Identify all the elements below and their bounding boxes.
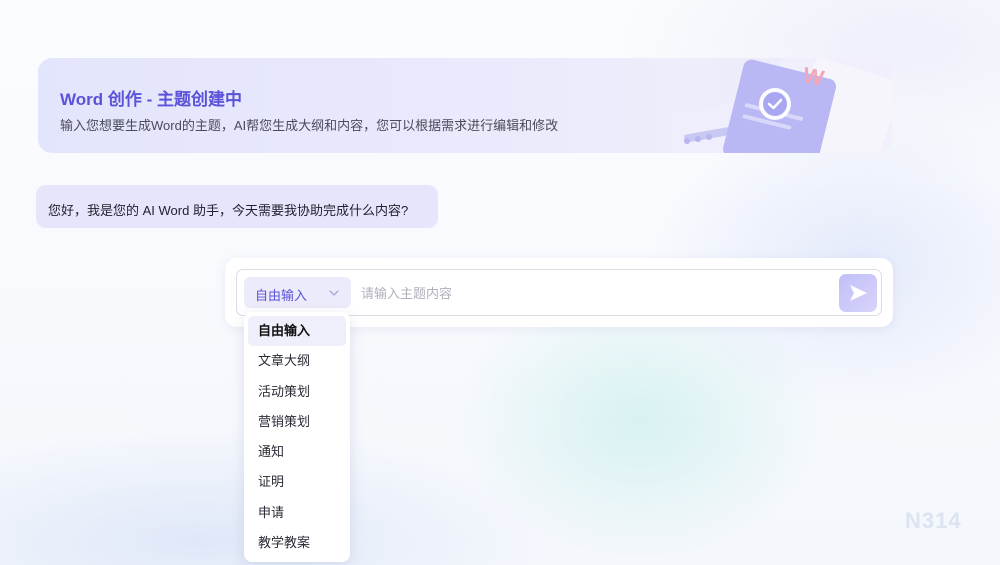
send-icon bbox=[850, 285, 867, 301]
dropdown-option-marketing-plan[interactable]: 营销策划 bbox=[248, 407, 346, 437]
document-illustration-icon bbox=[668, 58, 892, 153]
dropdown-option-article-outline[interactable]: 文章大纲 bbox=[248, 346, 346, 376]
page-subtitle: 输入您想要生成Word的主题，AI帮您生成大纲和内容，您可以根据需求进行编辑和修… bbox=[60, 118, 559, 133]
mode-select-value: 自由输入 bbox=[255, 288, 308, 303]
dropdown-option-event-planning[interactable]: 活动策划 bbox=[248, 377, 346, 407]
page-title: Word 创作 - 主题创建中 bbox=[60, 90, 242, 109]
header-banner: Word 创作 - 主题创建中 输入您想要生成Word的主题，AI帮您生成大纲和… bbox=[38, 58, 892, 153]
dropdown-option-application[interactable]: 申请 bbox=[248, 498, 346, 528]
dropdown-option-free-input[interactable]: 自由输入 bbox=[248, 316, 346, 347]
watermark: N314 bbox=[905, 508, 962, 533]
topic-input[interactable] bbox=[361, 280, 821, 306]
mode-select[interactable]: 自由输入 bbox=[244, 277, 351, 308]
composer-field: 自由输入 bbox=[236, 269, 882, 316]
assistant-greeting-bubble: 您好，我是您的 AI Word 助手，今天需要我协助完成什么内容? bbox=[36, 185, 438, 228]
mode-dropdown-menu: 自由输入 文章大纲 活动策划 营销策划 通知 证明 申请 教学教案 bbox=[244, 312, 350, 562]
send-button[interactable] bbox=[839, 274, 877, 312]
dropdown-option-notice[interactable]: 通知 bbox=[248, 437, 346, 467]
dropdown-option-lesson-plan[interactable]: 教学教案 bbox=[248, 528, 346, 558]
chevron-down-icon bbox=[329, 290, 339, 296]
dropdown-option-certificate[interactable]: 证明 bbox=[248, 467, 346, 497]
